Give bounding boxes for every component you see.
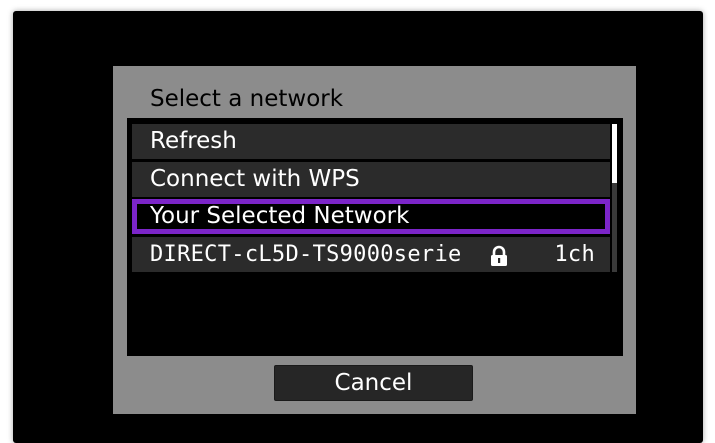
list-item-selected-network[interactable]: Your Selected Network	[132, 199, 610, 234]
dialog-title: Select a network	[150, 86, 344, 112]
camera-screen: Select a network Refresh Connect with WP…	[13, 11, 703, 443]
network-name: DIRECT-cL5D-TS9000serie	[150, 242, 462, 267]
list-item-refresh[interactable]: Refresh	[132, 124, 610, 159]
cancel-button[interactable]: Cancel	[274, 365, 473, 401]
list-item-label: Your Selected Network	[150, 203, 410, 229]
list-item-label: Refresh	[150, 128, 237, 154]
list-item-label: Connect with WPS	[150, 166, 360, 192]
list-item-connect-with-wps[interactable]: Connect with WPS	[132, 162, 610, 197]
channel-label: 1ch	[554, 242, 595, 267]
select-network-dialog: Select a network Refresh Connect with WP…	[113, 66, 636, 414]
list-item-network-direct[interactable]: DIRECT-cL5D-TS9000serie 1ch	[132, 237, 610, 272]
lock-icon	[488, 243, 510, 266]
scrollbar-thumb[interactable]	[612, 124, 617, 183]
network-list: Refresh Connect with WPS Your Selected N…	[127, 118, 623, 356]
